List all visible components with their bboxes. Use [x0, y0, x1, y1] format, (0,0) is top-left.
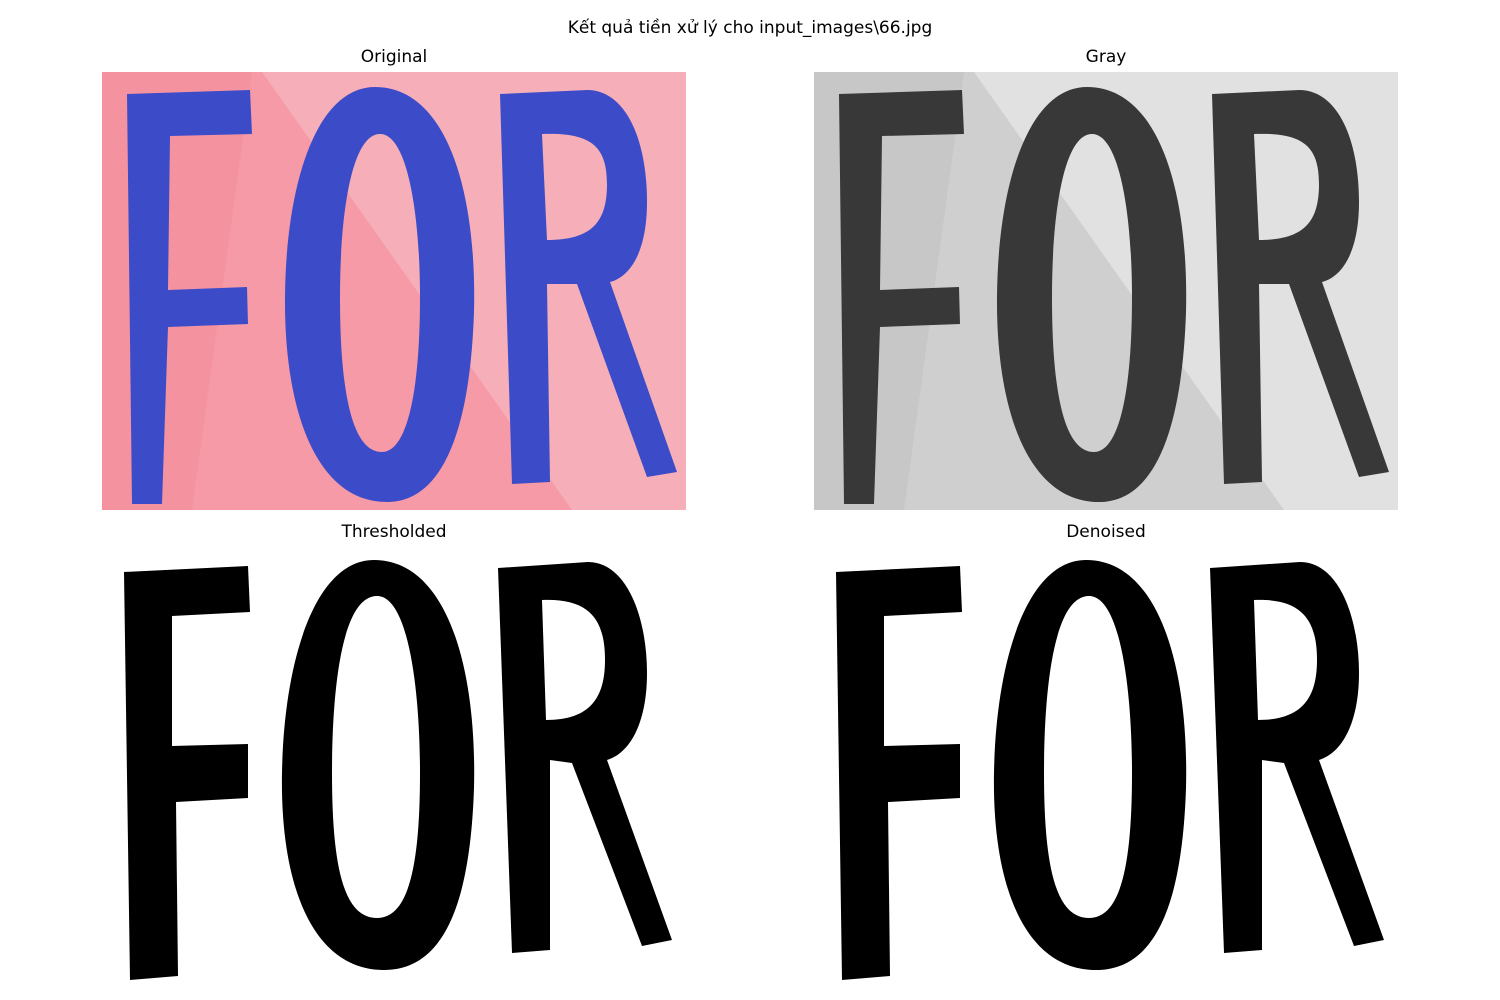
panel-title-gray: Gray [1085, 47, 1127, 67]
gray-word-graphic [814, 72, 1398, 510]
denoised-image [814, 548, 1398, 986]
panel-title-denoised: Denoised [1066, 522, 1146, 542]
gray-image [814, 72, 1398, 510]
figure-title: Kết quả tiền xử lý cho input_images\66.j… [567, 18, 933, 38]
panel-title-original: Original [360, 47, 428, 67]
panel-title-thresholded: Thresholded [341, 522, 447, 542]
thresholded-image [102, 548, 686, 986]
original-word-graphic [102, 72, 686, 510]
original-image [102, 72, 686, 510]
thresholded-word-graphic [102, 548, 686, 986]
denoised-word-graphic [814, 548, 1398, 986]
